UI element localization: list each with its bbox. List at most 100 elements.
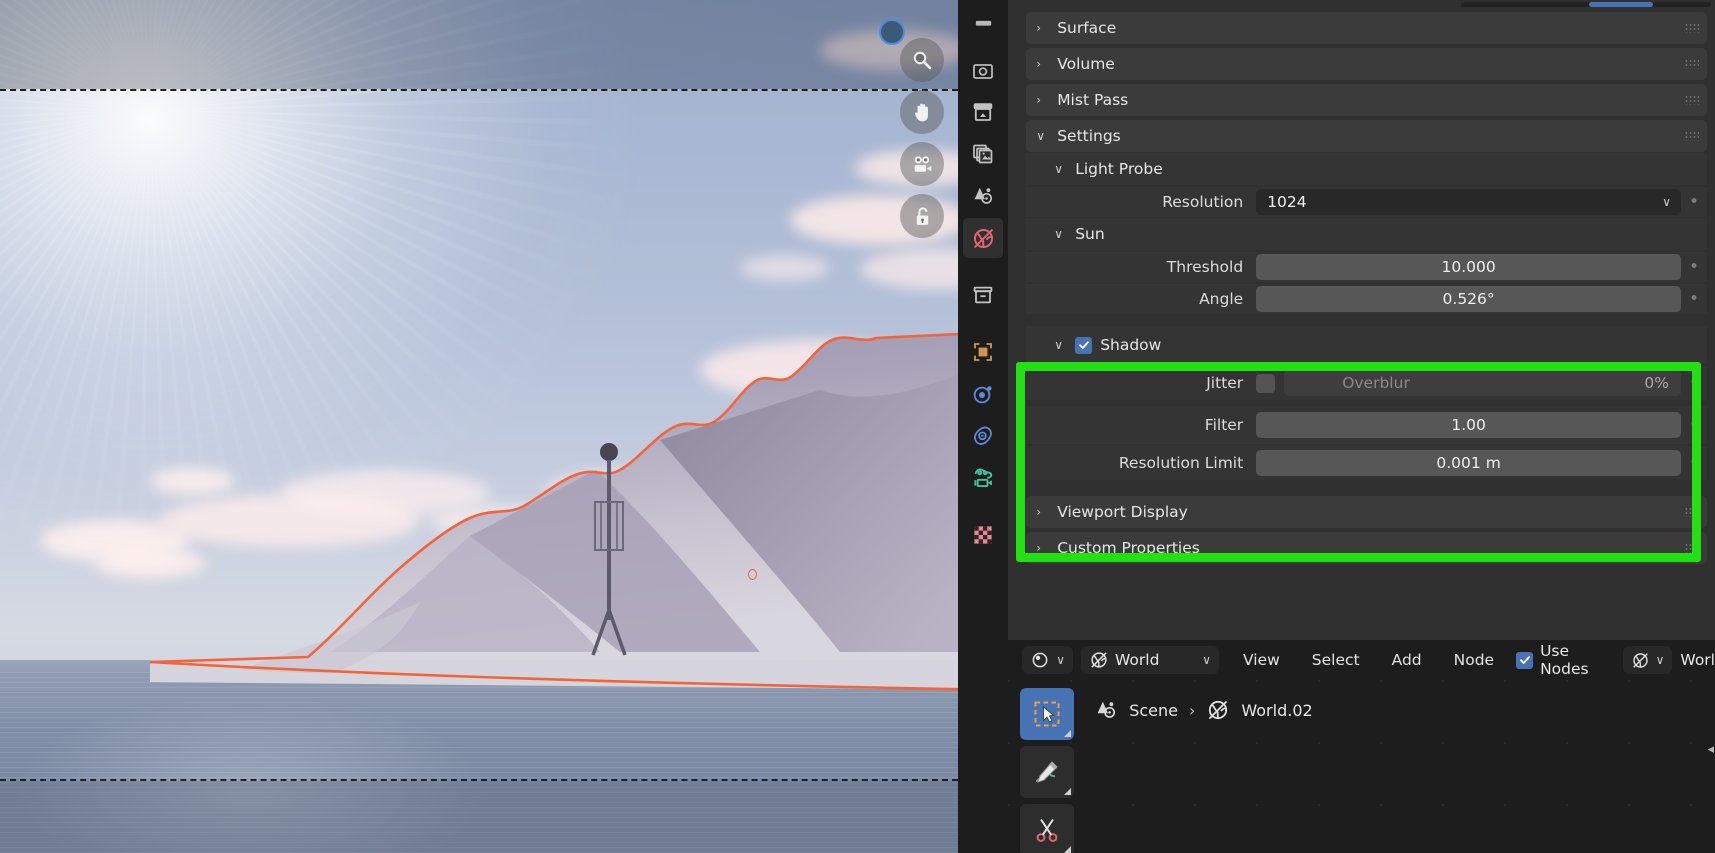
viewport-gizmo-group [900, 38, 945, 238]
overblur-value: 0% [1644, 374, 1669, 392]
render-region-border-bottom [0, 779, 959, 781]
jitter-label: Jitter [1206, 374, 1244, 392]
custom-properties-panel-header[interactable]: › Custom Properties [1026, 532, 1707, 564]
sidebar-item-particles[interactable] [963, 416, 1003, 456]
chevron-down-icon: ∨ [1054, 227, 1063, 241]
sidebar-item-world[interactable] [963, 218, 1004, 258]
overblur-slider[interactable]: Overblur 0% [1284, 370, 1681, 396]
animate-property-dot[interactable]: • [1681, 258, 1707, 276]
select-box-cursor-icon [1034, 701, 1060, 727]
scissors-tool[interactable] [1020, 804, 1075, 853]
node-editor-canvas[interactable]: Scene › World.02 ◂ [1008, 680, 1715, 853]
sidebar-item-tool[interactable] [963, 8, 1003, 48]
zoom-gizmo[interactable] [900, 38, 945, 82]
menu-node[interactable]: Node [1438, 651, 1510, 669]
sidebar-item-view-layer[interactable] [963, 134, 1003, 174]
3d-viewport[interactable] [0, 0, 959, 853]
panel-grip-icon[interactable] [1685, 59, 1699, 69]
jitter-enable-checkbox[interactable] [1256, 373, 1276, 393]
camera-view-gizmo[interactable] [900, 142, 945, 186]
volume-panel-label: Volume [1057, 55, 1115, 73]
sidebar-item-output[interactable] [963, 92, 1003, 132]
menu-select[interactable]: Select [1296, 651, 1376, 669]
panel-grip-icon[interactable] [1685, 543, 1699, 553]
shadow-subpanel-header[interactable]: ∨ Shadow [1026, 326, 1707, 364]
shader-node-editor[interactable]: ∨ World ∨ View Select Add Node Use Nodes… [1008, 640, 1715, 853]
angle-slider[interactable]: 0.526° [1256, 286, 1681, 312]
chevron-down-icon: ∨ [1036, 129, 1045, 143]
panel-grip-icon[interactable] [1685, 131, 1699, 141]
right-editor-stack: › Surface › Volume › Mist Pass ∨ Setting… [1008, 0, 1715, 853]
threshold-slider[interactable]: 10.000 [1256, 254, 1681, 280]
animate-property-dot[interactable]: • [1681, 193, 1707, 211]
scrollbar-thumb[interactable] [1589, 2, 1653, 7]
settings-panel-header[interactable]: ∨ Settings [1026, 120, 1707, 152]
printer-icon [973, 103, 993, 121]
properties-tab-column [958, 0, 1009, 853]
toggle-camera-lock-gizmo[interactable] [900, 194, 945, 238]
use-nodes-checkbox[interactable] [1516, 651, 1534, 669]
viewport-display-panel-header[interactable]: › Viewport Display [1026, 496, 1707, 528]
world-globe-icon [973, 228, 993, 248]
sidebar-item-object[interactable] [963, 332, 1003, 372]
resolution-limit-slider[interactable]: 0.001 m [1256, 450, 1681, 476]
editor-type-selector[interactable]: ∨ [1022, 646, 1073, 674]
tool-expand-corner-icon [1064, 846, 1072, 853]
breadcrumb-separator: › [1188, 700, 1196, 720]
resolution-row: Resolution 1024 ∨ • [1026, 187, 1707, 217]
cut-links-tool[interactable] [1020, 746, 1075, 798]
sidebar-item-modifiers[interactable] [963, 374, 1003, 414]
animate-property-dot[interactable]: • [1681, 290, 1707, 308]
unlock-icon [916, 206, 928, 225]
shader-type-label: World [1114, 651, 1160, 669]
selected-point-marker [748, 569, 757, 580]
properties-horizontal-scrollbar[interactable] [1461, 2, 1711, 8]
shadow-enable-checkbox[interactable] [1075, 336, 1093, 354]
tool-expand-corner-icon [1064, 788, 1072, 795]
surface-panel-header[interactable]: › Surface [1026, 12, 1707, 44]
world-datablock-selector[interactable]: ∨ [1622, 646, 1673, 674]
breadcrumb-world-label[interactable]: World.02 [1241, 701, 1312, 720]
antenna-tower-object[interactable] [565, 440, 655, 675]
chevron-down-icon: ∨ [1202, 653, 1211, 667]
panel-grip-icon[interactable] [1685, 507, 1699, 517]
animate-property-dot[interactable]: • [1681, 454, 1707, 472]
menu-view[interactable]: View [1227, 651, 1296, 669]
mountain-terrain-object[interactable] [0, 330, 959, 750]
threshold-row: Threshold 10.000 • [1026, 252, 1707, 282]
shadow-label: Shadow [1100, 336, 1162, 354]
animate-property-dot[interactable]: • [1681, 374, 1707, 392]
chevron-right-icon: › [1036, 21, 1041, 35]
light-probe-subpanel-header[interactable]: ∨ Light Probe [1026, 153, 1707, 185]
pan-gizmo[interactable] [900, 90, 945, 134]
scrollbar-trough [1461, 2, 1711, 7]
sidebar-item-render[interactable] [963, 50, 1003, 90]
volume-panel-header[interactable]: › Volume [1026, 48, 1707, 80]
surface-panel-label: Surface [1057, 19, 1117, 37]
use-nodes-toggle[interactable]: Use Nodes [1516, 642, 1589, 678]
sidebar-item-object-data[interactable] [963, 458, 1003, 498]
camera-back-icon [973, 64, 994, 79]
menu-add[interactable]: Add [1376, 651, 1438, 669]
scissors-icon [1036, 818, 1058, 842]
world-datablock-name: Worl [1680, 651, 1715, 669]
filter-slider[interactable]: 1.00 [1256, 412, 1681, 438]
blender-window: › Surface › Volume › Mist Pass ∨ Setting… [0, 0, 1715, 853]
breadcrumb-scene-label[interactable]: Scene [1129, 701, 1178, 720]
filter-label: Filter [1204, 416, 1244, 434]
panel-grip-icon[interactable] [1685, 23, 1699, 33]
animate-property-dot[interactable]: • [1681, 416, 1707, 434]
sidebar-toggle-arrow-icon[interactable]: ◂ [1707, 742, 1714, 757]
sidebar-item-collection[interactable] [963, 275, 1003, 315]
sidebar-item-material[interactable] [963, 515, 1003, 555]
properties-editor[interactable]: › Surface › Volume › Mist Pass ∨ Setting… [1008, 0, 1715, 640]
shader-type-selector[interactable]: World ∨ [1080, 646, 1219, 674]
mist-pass-panel-header[interactable]: › Mist Pass [1026, 84, 1707, 116]
resolution-dropdown[interactable]: 1024 ∨ [1256, 189, 1681, 215]
checkmark-icon [1078, 341, 1089, 349]
panel-grip-icon[interactable] [1685, 95, 1699, 105]
scene-cone-icon [974, 187, 993, 204]
sun-subpanel-header[interactable]: ∨ Sun [1026, 218, 1707, 250]
tweak-select-box-tool[interactable] [1020, 688, 1075, 740]
sidebar-item-scene[interactable] [963, 176, 1003, 216]
